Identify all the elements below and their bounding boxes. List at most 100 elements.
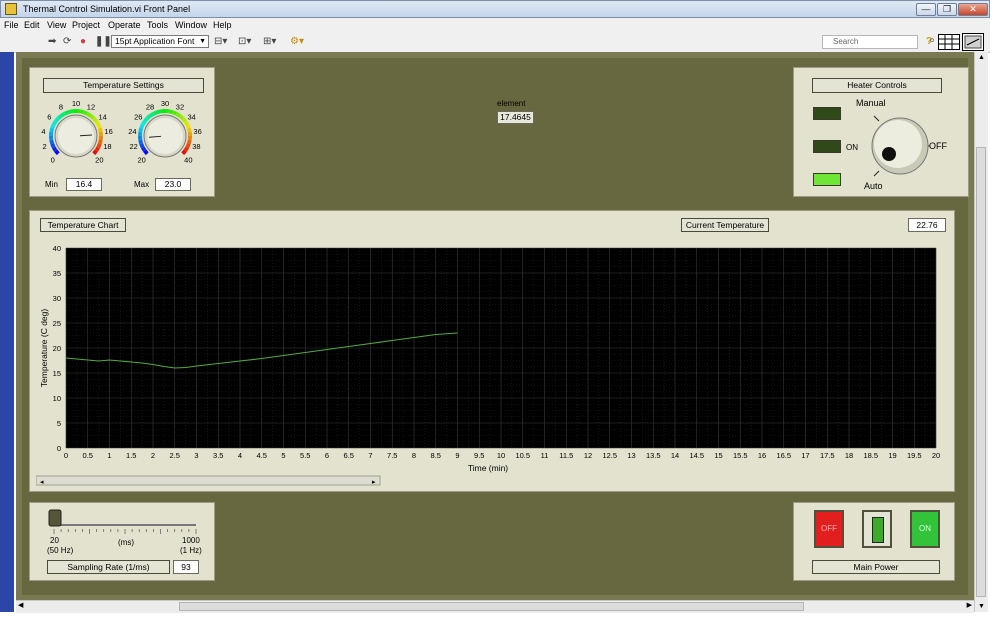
menu-window[interactable]: Window [175,20,207,30]
y-tick-label: 35 [53,269,61,278]
heater-controls-label: Heater Controls [812,78,942,93]
menu-operate[interactable]: Operate [108,20,141,30]
min-knob-arc-segment [96,123,102,129]
distribute-objects-icon[interactable]: ⊡▾ [238,36,251,48]
labview-vi-icon [5,3,17,15]
max-knob-arc-segment [185,143,191,149]
search-icon[interactable]: ⌕ [929,35,935,47]
max-value-field[interactable]: 23.0 [155,178,191,191]
knob-auto-label: Auto [864,181,883,191]
align-objects-icon[interactable]: ⊟▾ [214,36,227,48]
scroll-up-icon[interactable]: ▲ [978,54,985,61]
chart-scroll-right-icon[interactable]: ▸ [372,479,376,486]
font-selector-value: 15pt Application Font [115,36,195,46]
heater-mode-knob[interactable] [860,108,932,180]
font-selector[interactable]: 15pt Application Font ▼ [111,35,209,48]
slider-min-scale: 20 [50,536,59,545]
reorder-icon[interactable]: ⚙▾ [290,36,304,48]
min-label: Min [45,180,58,189]
max-temperature-knob[interactable]: 2022 24 26 28 30 32 34 36 3840 [127,96,207,174]
x-tick-label: 2 [151,451,155,460]
temperature-chart[interactable]: 0510152025303540 0 0.5 1 1.5 2 2.5 3 3.5 4 4.5 5 5.… [36,238,948,488]
min-knob-arc-segment [54,116,60,123]
min-knob-arc-segment [92,149,98,156]
max-knob-arc-segment [143,116,149,123]
maximize-button[interactable]: ❐ [937,3,957,16]
min-knob-scale-label: 4 [41,127,45,136]
connector-pane-icon[interactable] [938,34,960,50]
max-knob-scale-label: 20 [137,155,145,164]
temperature-chart-label: Temperature Chart [40,218,126,232]
vertical-scrollbar[interactable]: ▲ ▼ [974,52,988,612]
pause-icon[interactable]: ❚❚ [95,36,112,48]
max-knob-arc-segment [138,127,144,133]
power-off-button[interactable]: OFF [814,510,844,548]
max-knob-highlight [147,118,183,154]
vi-icon[interactable] [962,33,984,51]
min-knob-scale-label: 2 [43,142,47,151]
x-tick-label: 9.5 [474,451,484,460]
x-tick-label: 10 [497,451,505,460]
resize-objects-icon[interactable]: ⊞▾ [263,36,276,48]
x-tick-label: 12 [584,451,592,460]
max-knob-scale-label: 22 [129,142,137,151]
menu-file[interactable]: File [4,20,19,30]
abort-icon[interactable]: ● [80,36,86,48]
scroll-down-icon[interactable]: ▼ [978,603,985,610]
y-tick-label: 15 [53,369,61,378]
max-knob-arc-segment [178,114,185,120]
x-tick-label: 3.5 [213,451,223,460]
min-knob-scale-label: 18 [103,142,111,151]
x-tick-label: 2.5 [170,451,180,460]
chart-scroll-left-icon[interactable]: ◂ [40,479,44,486]
search-placeholder: Search [833,37,859,46]
menu-bar: File Edit View Project Operate Tools Win… [0,18,990,32]
max-knob-arc-segment [168,109,174,115]
knob-tick-manual [873,115,880,122]
vertical-scroll-thumb[interactable] [976,147,986,597]
scroll-right-icon[interactable]: ▶ [967,601,972,609]
min-value-field[interactable]: 16.4 [66,178,102,191]
x-tick-label: 20 [932,451,940,460]
sampling-rate-value[interactable]: 93 [173,560,199,574]
min-knob-arc-segment [50,123,56,129]
min-knob-highlight [58,118,94,154]
x-tick-label: 18.5 [863,451,878,460]
y-tick-label: 25 [53,319,61,328]
sampling-slider[interactable] [46,506,206,536]
max-knob-scale-label: 30 [161,99,169,108]
min-knob-scale-label: 10 [72,99,80,108]
search-input[interactable]: Search ⌕ [822,35,935,49]
menu-edit[interactable]: Edit [24,20,40,30]
power-toggle-switch[interactable] [862,510,892,548]
menu-view[interactable]: View [47,20,66,30]
menu-help[interactable]: Help [213,20,232,30]
horizontal-scrollbar[interactable]: ◀ ▶ [16,600,974,613]
y-tick-label: 20 [53,344,61,353]
x-tick-label: 6 [325,451,329,460]
scroll-left-icon[interactable]: ◀ [18,601,23,609]
close-button[interactable]: ✕ [958,3,988,16]
chart-scrollbar[interactable] [36,475,381,486]
x-tick-label: 15 [714,451,722,460]
x-tick-label: 1 [107,451,111,460]
menu-tools[interactable]: Tools [147,20,168,30]
x-tick-label: 0 [64,451,68,460]
power-on-button[interactable]: ON [910,510,940,548]
slider-thumb[interactable] [48,509,62,527]
x-tick-label: 16 [758,451,766,460]
min-temperature-knob[interactable]: 02 468 10 12 14 16 1820 [38,96,118,174]
heater-on-label: ON [846,143,858,152]
horizontal-scroll-thumb[interactable] [179,602,804,611]
left-border [0,52,14,612]
minimize-button[interactable]: — [916,3,936,16]
menu-project[interactable]: Project [72,20,100,30]
min-knob-arc-segment [49,127,55,133]
x-tick-label: 4 [238,451,242,460]
window-title: Thermal Control Simulation.vi Front Pane… [23,4,191,14]
y-tick-label: 10 [53,394,61,403]
run-arrow-icon[interactable]: ➡ [48,36,56,48]
run-continuously-icon[interactable]: ⟳ [63,36,71,48]
x-tick-label: 7 [368,451,372,460]
max-knob-arc-segment [145,114,152,120]
